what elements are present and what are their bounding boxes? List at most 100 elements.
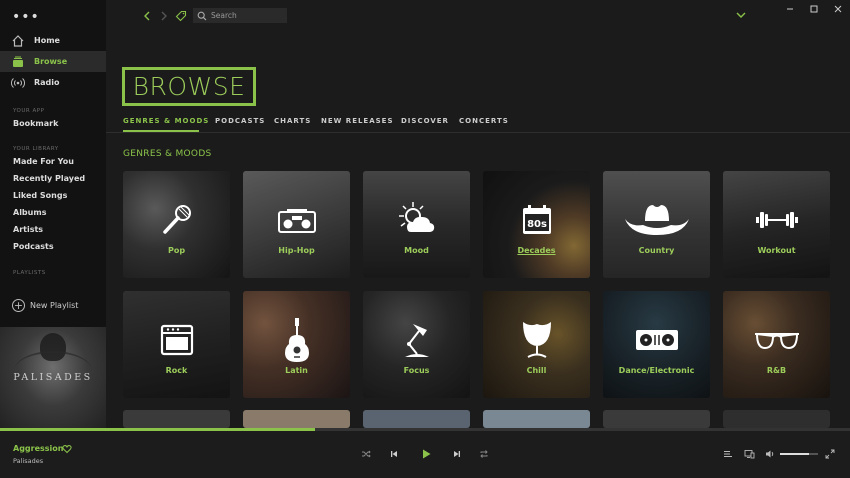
tile-label: Workout [757,246,796,255]
sidebar-item-label: Home [34,36,60,45]
track-title[interactable]: Aggression [13,444,63,453]
top-bar [106,0,850,34]
sidebar-item-bookmark[interactable]: Bookmark [13,119,58,128]
track-artist[interactable]: Palisades [13,457,43,465]
tag-icon[interactable] [175,10,187,22]
tile-label: Chill [526,366,547,375]
genre-tile-partial[interactable] [483,410,590,428]
search-box[interactable] [193,8,287,23]
tab-podcasts[interactable]: PODCASTS [215,117,265,125]
desk-lamp-icon [404,324,429,358]
previous-icon[interactable] [389,449,399,459]
genre-tile-chill[interactable]: Chill [483,291,590,398]
sidebar: ••• Home Browse Radio YOUR APP Bookmark … [0,0,106,428]
more-menu-icon[interactable]: ••• [12,9,40,25]
tile-label: Mood [404,246,429,255]
forward-icon[interactable] [158,10,170,22]
volume-icon[interactable] [765,449,775,459]
tile-label: Dance/Electronic [618,366,695,375]
tile-label: Rock [165,366,188,375]
tab-concerts[interactable]: CONCERTS [459,117,509,125]
new-playlist-label: New Playlist [30,301,79,310]
genre-tile-partial[interactable] [603,410,710,428]
sun-cloud-icon [398,202,434,233]
genre-tile-partial[interactable] [363,410,470,428]
library-heading: YOUR LIBRARY [13,146,59,152]
genre-tile-latin[interactable]: Latin [243,291,350,398]
chevron-down-icon[interactable] [735,9,747,21]
search-input[interactable] [211,11,285,20]
sidebar-item-podcasts[interactable]: Podcasts [13,242,54,251]
minimize-icon [787,8,793,9]
album-art[interactable]: PALISADES [0,327,106,428]
heart-icon[interactable] [62,444,72,454]
sidebar-item-albums[interactable]: Albums [13,208,46,217]
browse-icon [13,56,23,67]
search-icon [197,11,207,20]
play-icon[interactable] [420,448,432,460]
maximize-button[interactable] [802,0,826,17]
cowboy-hat-icon [624,205,689,236]
genre-tile-partial[interactable] [243,410,350,428]
shuffle-icon[interactable] [361,449,371,459]
your-app-heading: YOUR APP [13,108,45,114]
sunglasses-icon [754,333,799,350]
tile-label: Hip-Hop [278,246,315,255]
queue-icon[interactable] [723,449,733,459]
sidebar-item-label: Browse [34,57,68,66]
sidebar-item-artists[interactable]: Artists [13,225,43,234]
genre-tile-pop[interactable]: Pop [123,171,230,278]
genre-tile-dance-electronic[interactable]: Dance/Electronic [603,291,710,398]
genre-tile-rock[interactable]: Rock [123,291,230,398]
sidebar-item-liked-songs[interactable]: Liked Songs [13,191,67,200]
amplifier-icon [160,325,193,356]
dj-mixer-icon [635,330,678,351]
sidebar-item-radio[interactable]: Radio [0,72,106,93]
sidebar-item-browse[interactable]: Browse [0,51,106,72]
album-art-text: PALISADES [13,372,93,383]
close-icon [834,5,842,12]
radio-icon [11,77,25,88]
tab-new-releases[interactable]: NEW RELEASES [321,117,394,125]
genre-tile-rnb[interactable]: R&B [723,291,830,398]
genre-tile-decades[interactable]: 80s Decades [483,171,590,278]
dumbbell-icon [755,212,798,229]
genre-tile-country[interactable]: Country [603,171,710,278]
genre-tile-mood[interactable]: Mood [363,171,470,278]
tab-genres-moods[interactable]: GENRES & MOODS [123,117,209,125]
tab-discover[interactable]: DISCOVER [401,117,449,125]
close-button[interactable] [826,0,850,17]
genre-tile-partial[interactable] [123,410,230,428]
new-playlist-button[interactable]: + New Playlist [12,299,78,312]
next-icon[interactable] [452,449,462,459]
section-title: GENRES & MOODS [123,149,212,159]
fullscreen-icon[interactable] [825,449,835,459]
tile-label: Pop [167,246,186,255]
tile-label: Focus [403,366,430,375]
sidebar-item-home[interactable]: Home [0,30,106,51]
back-icon[interactable] [141,10,153,22]
microphone-icon [162,205,191,234]
boombox-icon [277,209,316,234]
repeat-icon[interactable] [479,449,489,459]
genre-tile-workout[interactable]: Workout [723,171,830,278]
sidebar-item-made-for-you[interactable]: Made For You [13,157,74,166]
tile-label: Country [638,246,675,255]
devices-icon[interactable] [744,449,755,459]
calendar-80s-icon: 80s [522,205,551,235]
genre-tile-partial[interactable] [723,410,830,428]
tile-label: Latin [285,366,308,375]
genre-tile-focus[interactable]: Focus [363,291,470,398]
volume-fill [780,453,809,455]
page-title: BROWSE [122,67,256,106]
tab-charts[interactable]: CHARTS [274,117,311,125]
genre-tile-hip-hop[interactable]: Hip-Hop [243,171,350,278]
playlists-heading: PLAYLISTS [13,270,46,276]
home-icon [12,34,24,47]
minimize-button[interactable] [778,0,802,17]
sidebar-item-recently-played[interactable]: Recently Played [13,174,85,183]
tile-label: Decades [517,246,556,255]
tabs-divider [106,132,850,133]
volume-slider[interactable] [780,453,818,455]
guitar-icon [284,318,309,363]
